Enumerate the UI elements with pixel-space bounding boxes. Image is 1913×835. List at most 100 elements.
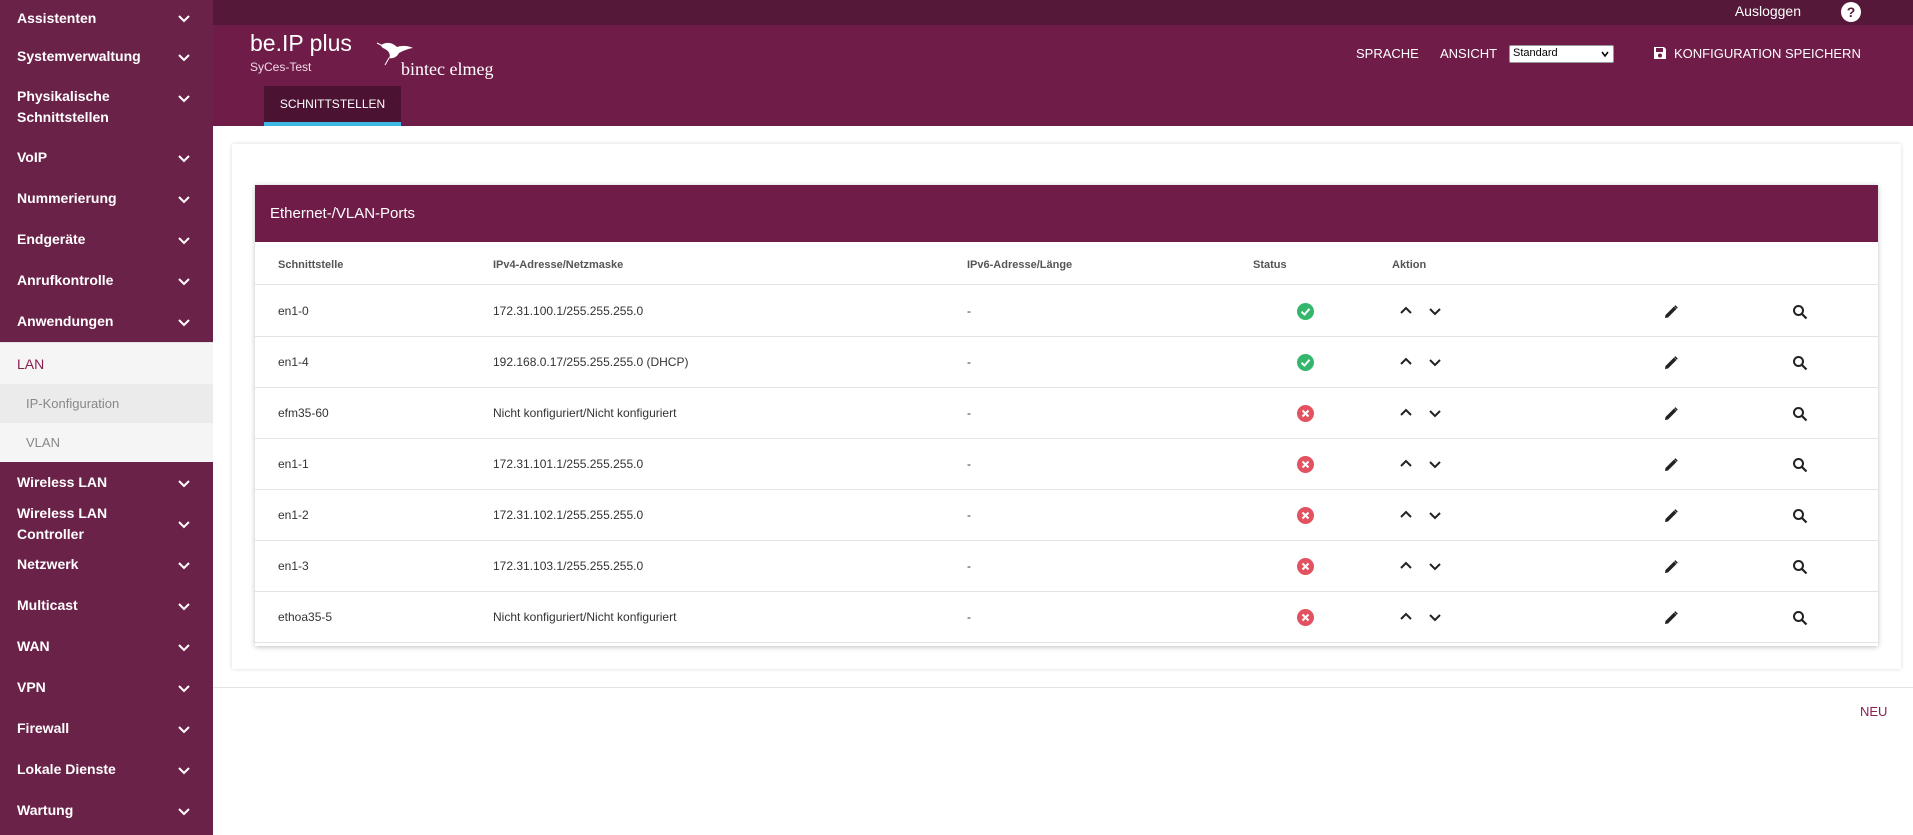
sidebar-item-voip[interactable]: VoIP <box>0 137 213 178</box>
sidebar-item-firewall[interactable]: Firewall <box>0 708 213 749</box>
move-up-icon[interactable] <box>1399 406 1413 420</box>
search-icon[interactable] <box>1792 508 1808 524</box>
table-row: en1-0 172.31.100.1/255.255.255.0 - <box>255 286 1878 337</box>
move-down-icon[interactable] <box>1428 457 1442 471</box>
cell-ipv4: 172.31.100.1/255.255.255.0 <box>493 304 644 318</box>
move-up-icon[interactable] <box>1399 559 1413 573</box>
edit-icon[interactable] <box>1663 508 1678 522</box>
search-icon[interactable] <box>1792 457 1808 473</box>
help-icon[interactable]: ? <box>1841 2 1861 22</box>
sidebar-subitem-ip-konfiguration[interactable]: IP-Konfiguration <box>0 384 213 423</box>
edit-icon[interactable] <box>1663 610 1678 624</box>
move-up-icon[interactable] <box>1399 457 1413 471</box>
sidebar-item-nummerierung[interactable]: Nummerierung <box>0 178 213 219</box>
move-down-icon[interactable] <box>1428 355 1442 369</box>
sidebar-item-label: Systemverwaltung <box>17 48 141 64</box>
move-up-icon[interactable] <box>1399 610 1413 624</box>
sidebar-item-wartung[interactable]: Wartung <box>0 790 213 831</box>
search-icon[interactable] <box>1792 355 1808 371</box>
sidebar-item-lan[interactable]: LAN <box>0 342 213 384</box>
sidebar-item-anrufkontrolle[interactable]: Anrufkontrolle <box>0 260 213 301</box>
sidebar-item-wan[interactable]: WAN <box>0 626 213 667</box>
sidebar-subitem-vlan[interactable]: VLAN <box>0 423 213 462</box>
search-icon[interactable] <box>1792 559 1808 575</box>
chevron-down-icon <box>178 154 190 162</box>
view-select-value: Standard <box>1513 47 1558 59</box>
cell-ipv4: 172.31.103.1/255.255.255.0 <box>493 559 644 573</box>
view-select[interactable]: Standard <box>1509 45 1614 63</box>
search-icon[interactable] <box>1792 610 1808 626</box>
move-down-icon[interactable] <box>1428 508 1442 522</box>
language-button[interactable]: SPRACHE <box>1356 46 1419 61</box>
sidebar: Assistenten Systemverwaltung Physikalisc… <box>0 0 213 835</box>
sidebar-item-anwendungen[interactable]: Anwendungen <box>0 301 213 342</box>
view-label: ANSICHT <box>1440 46 1498 61</box>
sidebar-item-multicast[interactable]: Multicast <box>0 585 213 626</box>
tab-schnittstellen[interactable]: SCHNITTSTELLEN <box>264 86 401 126</box>
chevron-down-icon <box>178 766 190 774</box>
sidebar-item-netzwerk[interactable]: Netzwerk <box>0 544 213 585</box>
cell-ipv4: 172.31.101.1/255.255.255.0 <box>493 457 644 471</box>
cell-interface: efm35-60 <box>278 406 329 420</box>
sidebar-item-physikalische-schnittstellen[interactable]: Physikalische Schnittstellen <box>0 77 213 137</box>
cell-ipv4: Nicht konfiguriert/Nicht konfiguriert <box>493 610 677 624</box>
sidebar-item-label: Physikalische Schnittstellen <box>17 88 110 125</box>
move-up-icon[interactable] <box>1399 508 1413 522</box>
edit-icon[interactable] <box>1663 355 1678 369</box>
sidebar-item-wireless-lan-controller[interactable]: Wireless LAN Controller <box>0 503 213 544</box>
edit-icon[interactable] <box>1663 406 1678 420</box>
move-down-icon[interactable] <box>1428 304 1442 318</box>
column-header-ipv6: IPv6-Adresse/Länge <box>967 259 1073 271</box>
sidebar-item-label: Wireless LAN <box>17 474 108 490</box>
ethernet-vlan-table: Ethernet-/VLAN-Ports Schnittstelle IPv4-… <box>255 185 1878 646</box>
brand-logo: bintec elmeg <box>363 35 503 86</box>
column-header-action: Aktion <box>1392 259 1427 271</box>
chevron-down-icon <box>178 561 190 569</box>
search-icon[interactable] <box>1792 304 1808 320</box>
status-ok-icon <box>1297 354 1314 371</box>
cell-ipv6: - <box>967 406 971 420</box>
table-row: en1-2 172.31.102.1/255.255.255.0 - <box>255 490 1878 541</box>
sidebar-item-wireless-lan[interactable]: Wireless LAN <box>0 462 213 503</box>
table-row: ethoa35-5 Nicht konfiguriert/Nicht konfig… <box>255 592 1878 643</box>
svg-text:bintec elmeg: bintec elmeg <box>401 59 493 79</box>
move-up-icon[interactable] <box>1399 304 1413 318</box>
table-row: en1-3 172.31.103.1/255.255.255.0 - <box>255 541 1878 592</box>
edit-icon[interactable] <box>1663 457 1678 471</box>
move-down-icon[interactable] <box>1428 559 1442 573</box>
chevron-down-icon <box>178 643 190 651</box>
move-down-icon[interactable] <box>1428 610 1442 624</box>
edit-icon[interactable] <box>1663 559 1678 573</box>
move-up-icon[interactable] <box>1399 355 1413 369</box>
sidebar-item-label: VPN <box>17 679 46 695</box>
sidebar-item-systemverwaltung[interactable]: Systemverwaltung <box>0 36 213 77</box>
new-entry-button[interactable]: NEU <box>1860 704 1887 719</box>
cell-ipv4: 192.168.0.17/255.255.255.0 (DHCP) <box>493 355 689 369</box>
chevron-down-icon <box>178 236 190 244</box>
sidebar-item-lokale-dienste[interactable]: Lokale Dienste <box>0 749 213 790</box>
edit-icon[interactable] <box>1663 304 1678 318</box>
status-error-icon <box>1297 558 1314 575</box>
search-icon[interactable] <box>1792 406 1808 422</box>
chevron-down-icon <box>178 520 190 528</box>
status-error-icon <box>1297 405 1314 422</box>
move-down-icon[interactable] <box>1428 406 1442 420</box>
table-row: efm35-60 Nicht konfiguriert/Nicht konfigu… <box>255 388 1878 439</box>
cell-interface: en1-0 <box>278 304 309 318</box>
sidebar-item-endgeraete[interactable]: Endgeräte <box>0 219 213 260</box>
chevron-down-icon <box>178 725 190 733</box>
device-name: SyCes-Test <box>250 60 312 74</box>
chevron-down-icon <box>178 95 190 103</box>
sidebar-item-assistenten[interactable]: Assistenten <box>0 0 213 36</box>
hummingbird-logo-icon: bintec elmeg <box>376 42 493 79</box>
status-error-icon <box>1297 507 1314 524</box>
logout-link[interactable]: Ausloggen <box>1735 3 1801 19</box>
chevron-down-icon <box>178 807 190 815</box>
sidebar-item-vpn[interactable]: VPN <box>0 667 213 708</box>
status-ok-icon <box>1297 303 1314 320</box>
save-configuration-button[interactable]: KONFIGURATION SPEICHERN <box>1652 45 1861 61</box>
sidebar-item-label: Assistenten <box>17 9 97 26</box>
chevron-down-icon <box>178 15 190 23</box>
sidebar-item-label: Multicast <box>17 597 78 613</box>
chevron-down-icon <box>178 602 190 610</box>
